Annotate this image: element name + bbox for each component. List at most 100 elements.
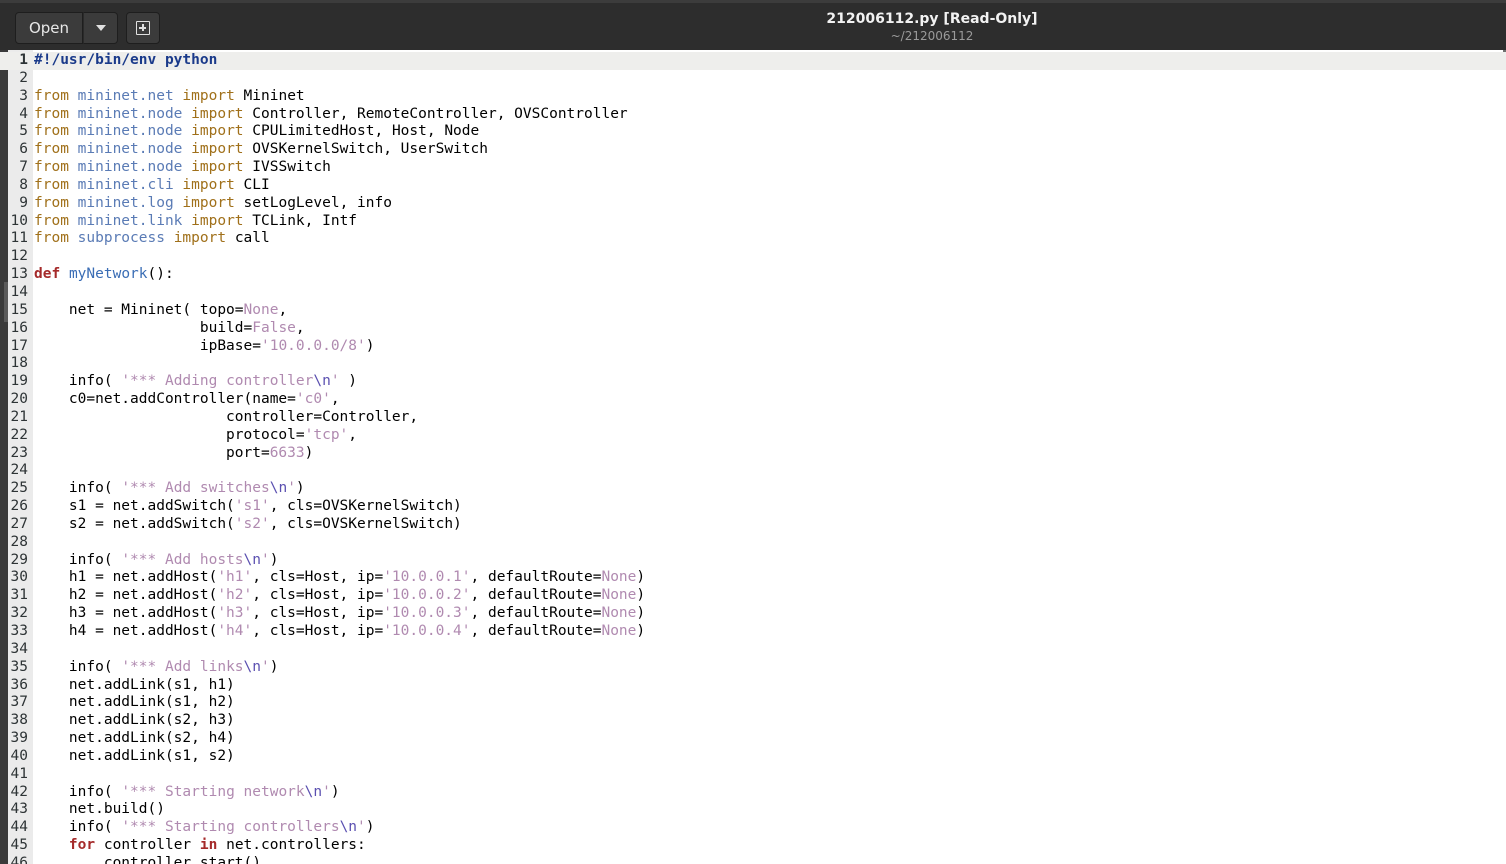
code-line[interactable]: 3 from mininet.net import Mininet xyxy=(0,88,1506,106)
title-bar: Open 212006112.py [Read-Only] ~/21200611… xyxy=(0,0,1506,50)
code-line[interactable]: 45 for controller in net.controllers: xyxy=(0,837,1506,855)
line-number: 46 xyxy=(10,854,28,864)
code-line[interactable]: 28 xyxy=(0,534,1506,552)
line-number: 27 xyxy=(10,515,28,532)
line-number: 32 xyxy=(10,605,28,622)
line-number: 42 xyxy=(10,783,28,800)
line-number: 43 xyxy=(10,801,28,818)
code-line[interactable]: 44 info( '*** Starting controllers\n') xyxy=(0,819,1506,837)
code-text: info( '*** Starting controllers\n') xyxy=(34,819,375,836)
code-line[interactable]: 18 xyxy=(0,355,1506,373)
code-text: net.addLink(s2, h3) xyxy=(34,712,235,729)
code-text: info( '*** Add hosts\n') xyxy=(34,551,279,568)
window-title: 212006112.py [Read-Only] xyxy=(826,11,1038,27)
code-text: port=6633) xyxy=(34,444,314,461)
code-line[interactable]: 25 info( '*** Add switches\n') xyxy=(0,480,1506,498)
code-line[interactable]: 14 xyxy=(0,284,1506,302)
code-line[interactable]: 23 port=6633) xyxy=(0,445,1506,463)
line-number: 13 xyxy=(10,266,28,283)
line-number: 1 xyxy=(19,52,28,68)
line-number: 22 xyxy=(10,426,28,443)
line-number: 24 xyxy=(10,462,28,479)
code-line[interactable]: 21 controller=Controller, xyxy=(0,409,1506,427)
code-line[interactable]: 27 s2 = net.addSwitch('s2', cls=OVSKerne… xyxy=(0,516,1506,534)
line-number: 11 xyxy=(10,230,28,247)
code-line[interactable]: 34 xyxy=(0,641,1506,659)
code-line[interactable]: 1 #!/usr/bin/env python xyxy=(0,52,1506,70)
line-number: 41 xyxy=(10,765,28,782)
line-number: 5 xyxy=(19,123,28,140)
line-number: 18 xyxy=(10,355,28,372)
code-line[interactable]: 33 h4 = net.addHost('h4', cls=Host, ip='… xyxy=(0,623,1506,641)
code-line[interactable]: 37 net.addLink(s1, h2) xyxy=(0,694,1506,712)
code-line[interactable]: 4 from mininet.node import Controller, Re… xyxy=(0,106,1506,124)
line-number: 30 xyxy=(10,569,28,586)
line-number: 44 xyxy=(10,819,28,836)
code-text: net = Mininet( topo=None, xyxy=(34,301,288,318)
code-line[interactable]: 19 info( '*** Adding controller\n' ) xyxy=(0,373,1506,391)
line-number: 21 xyxy=(10,408,28,425)
code-line[interactable]: 26 s1 = net.addSwitch('s1', cls=OVSKerne… xyxy=(0,498,1506,516)
code-text: h2 = net.addHost('h2', cls=Host, ip='10.… xyxy=(34,587,646,604)
line-number: 23 xyxy=(10,444,28,461)
code-line[interactable]: 29 info( '*** Add hosts\n') xyxy=(0,552,1506,570)
code-text: from mininet.net import Mininet xyxy=(34,87,305,104)
code-text: from mininet.log import setLogLevel, inf… xyxy=(34,194,392,211)
code-line[interactable]: 39 net.addLink(s2, h4) xyxy=(0,730,1506,748)
code-line[interactable]: 11 from subprocess import call xyxy=(0,230,1506,248)
code-text: net.addLink(s2, h4) xyxy=(34,730,235,747)
line-number: 31 xyxy=(10,587,28,604)
code-line[interactable]: 22 protocol='tcp', xyxy=(0,427,1506,445)
line-number: 7 xyxy=(19,159,28,176)
code-line[interactable]: 32 h3 = net.addHost('h3', cls=Host, ip='… xyxy=(0,605,1506,623)
line-number: 19 xyxy=(10,373,28,390)
code-line[interactable]: 5 from mininet.node import CPULimitedHost… xyxy=(0,123,1506,141)
code-text: from subprocess import call xyxy=(34,230,270,247)
code-line[interactable]: 20 c0=net.addController(name='c0', xyxy=(0,391,1506,409)
line-number: 39 xyxy=(10,730,28,747)
code-line[interactable]: 40 net.addLink(s1, s2) xyxy=(0,748,1506,766)
code-line[interactable]: 30 h1 = net.addHost('h1', cls=Host, ip='… xyxy=(0,569,1506,587)
code-line[interactable]: 15 net = Mininet( topo=None, xyxy=(0,302,1506,320)
code-editor[interactable]: 1 #!/usr/bin/env python 2 3 from mininet.net… xyxy=(0,50,1506,864)
code-line[interactable]: 38 net.addLink(s2, h3) xyxy=(0,712,1506,730)
code-text: h4 = net.addHost('h4', cls=Host, ip='10.… xyxy=(34,623,646,639)
code-text: net.addLink(s1, h1) xyxy=(34,676,235,693)
code-line[interactable]: 9 from mininet.log import setLogLevel, in… xyxy=(0,195,1506,213)
window-subtitle: ~/212006112 xyxy=(890,29,974,43)
code-line[interactable]: 31 h2 = net.addHost('h2', cls=Host, ip='… xyxy=(0,587,1506,605)
code-line[interactable]: 24 xyxy=(0,462,1506,480)
line-number: 26 xyxy=(10,498,28,515)
code-line[interactable]: 42 info( '*** Starting network\n') xyxy=(0,784,1506,802)
code-line[interactable]: 46 controller.start() xyxy=(0,855,1506,864)
code-line[interactable]: 35 info( '*** Add links\n') xyxy=(0,659,1506,677)
line-number: 36 xyxy=(10,676,28,693)
code-line[interactable]: 41 xyxy=(0,766,1506,784)
code-line[interactable]: 6 from mininet.node import OVSKernelSwitc… xyxy=(0,141,1506,159)
code-line[interactable]: 43 net.build() xyxy=(0,801,1506,819)
line-number: 3 xyxy=(19,87,28,104)
code-text: net.addLink(s1, s2) xyxy=(34,747,235,764)
line-number: 16 xyxy=(10,319,28,336)
line-number: 25 xyxy=(10,480,28,497)
code-line[interactable]: 2 xyxy=(0,70,1506,88)
code-text: info( '*** Adding controller\n' ) xyxy=(34,373,358,390)
line-number: 10 xyxy=(10,212,28,229)
code-line[interactable]: 10 from mininet.link import TCLink, Intf xyxy=(0,213,1506,231)
line-number: 12 xyxy=(10,248,28,265)
line-number: 6 xyxy=(19,141,28,158)
line-number: 45 xyxy=(10,837,28,854)
code-line[interactable]: 13 def myNetwork(): xyxy=(0,266,1506,284)
code-line[interactable]: 12 xyxy=(0,248,1506,266)
code-text: for controller in net.controllers: xyxy=(68,837,366,854)
line-number: 38 xyxy=(10,712,28,729)
code-text: from mininet.cli import CLI xyxy=(34,176,270,193)
code-line[interactable]: 36 net.addLink(s1, h1) xyxy=(0,677,1506,695)
code-line[interactable]: 8 from mininet.cli import CLI xyxy=(0,177,1506,195)
line-number: 14 xyxy=(10,283,28,300)
line-number: 29 xyxy=(10,551,28,568)
code-line[interactable]: 17 ipBase='10.0.0.0/8') xyxy=(0,338,1506,356)
code-text: s2 = net.addSwitch('s2', cls=OVSKernelSw… xyxy=(34,515,462,532)
code-line[interactable]: 16 build=False, xyxy=(0,320,1506,338)
code-line[interactable]: 7 from mininet.node import IVSSwitch xyxy=(0,159,1506,177)
